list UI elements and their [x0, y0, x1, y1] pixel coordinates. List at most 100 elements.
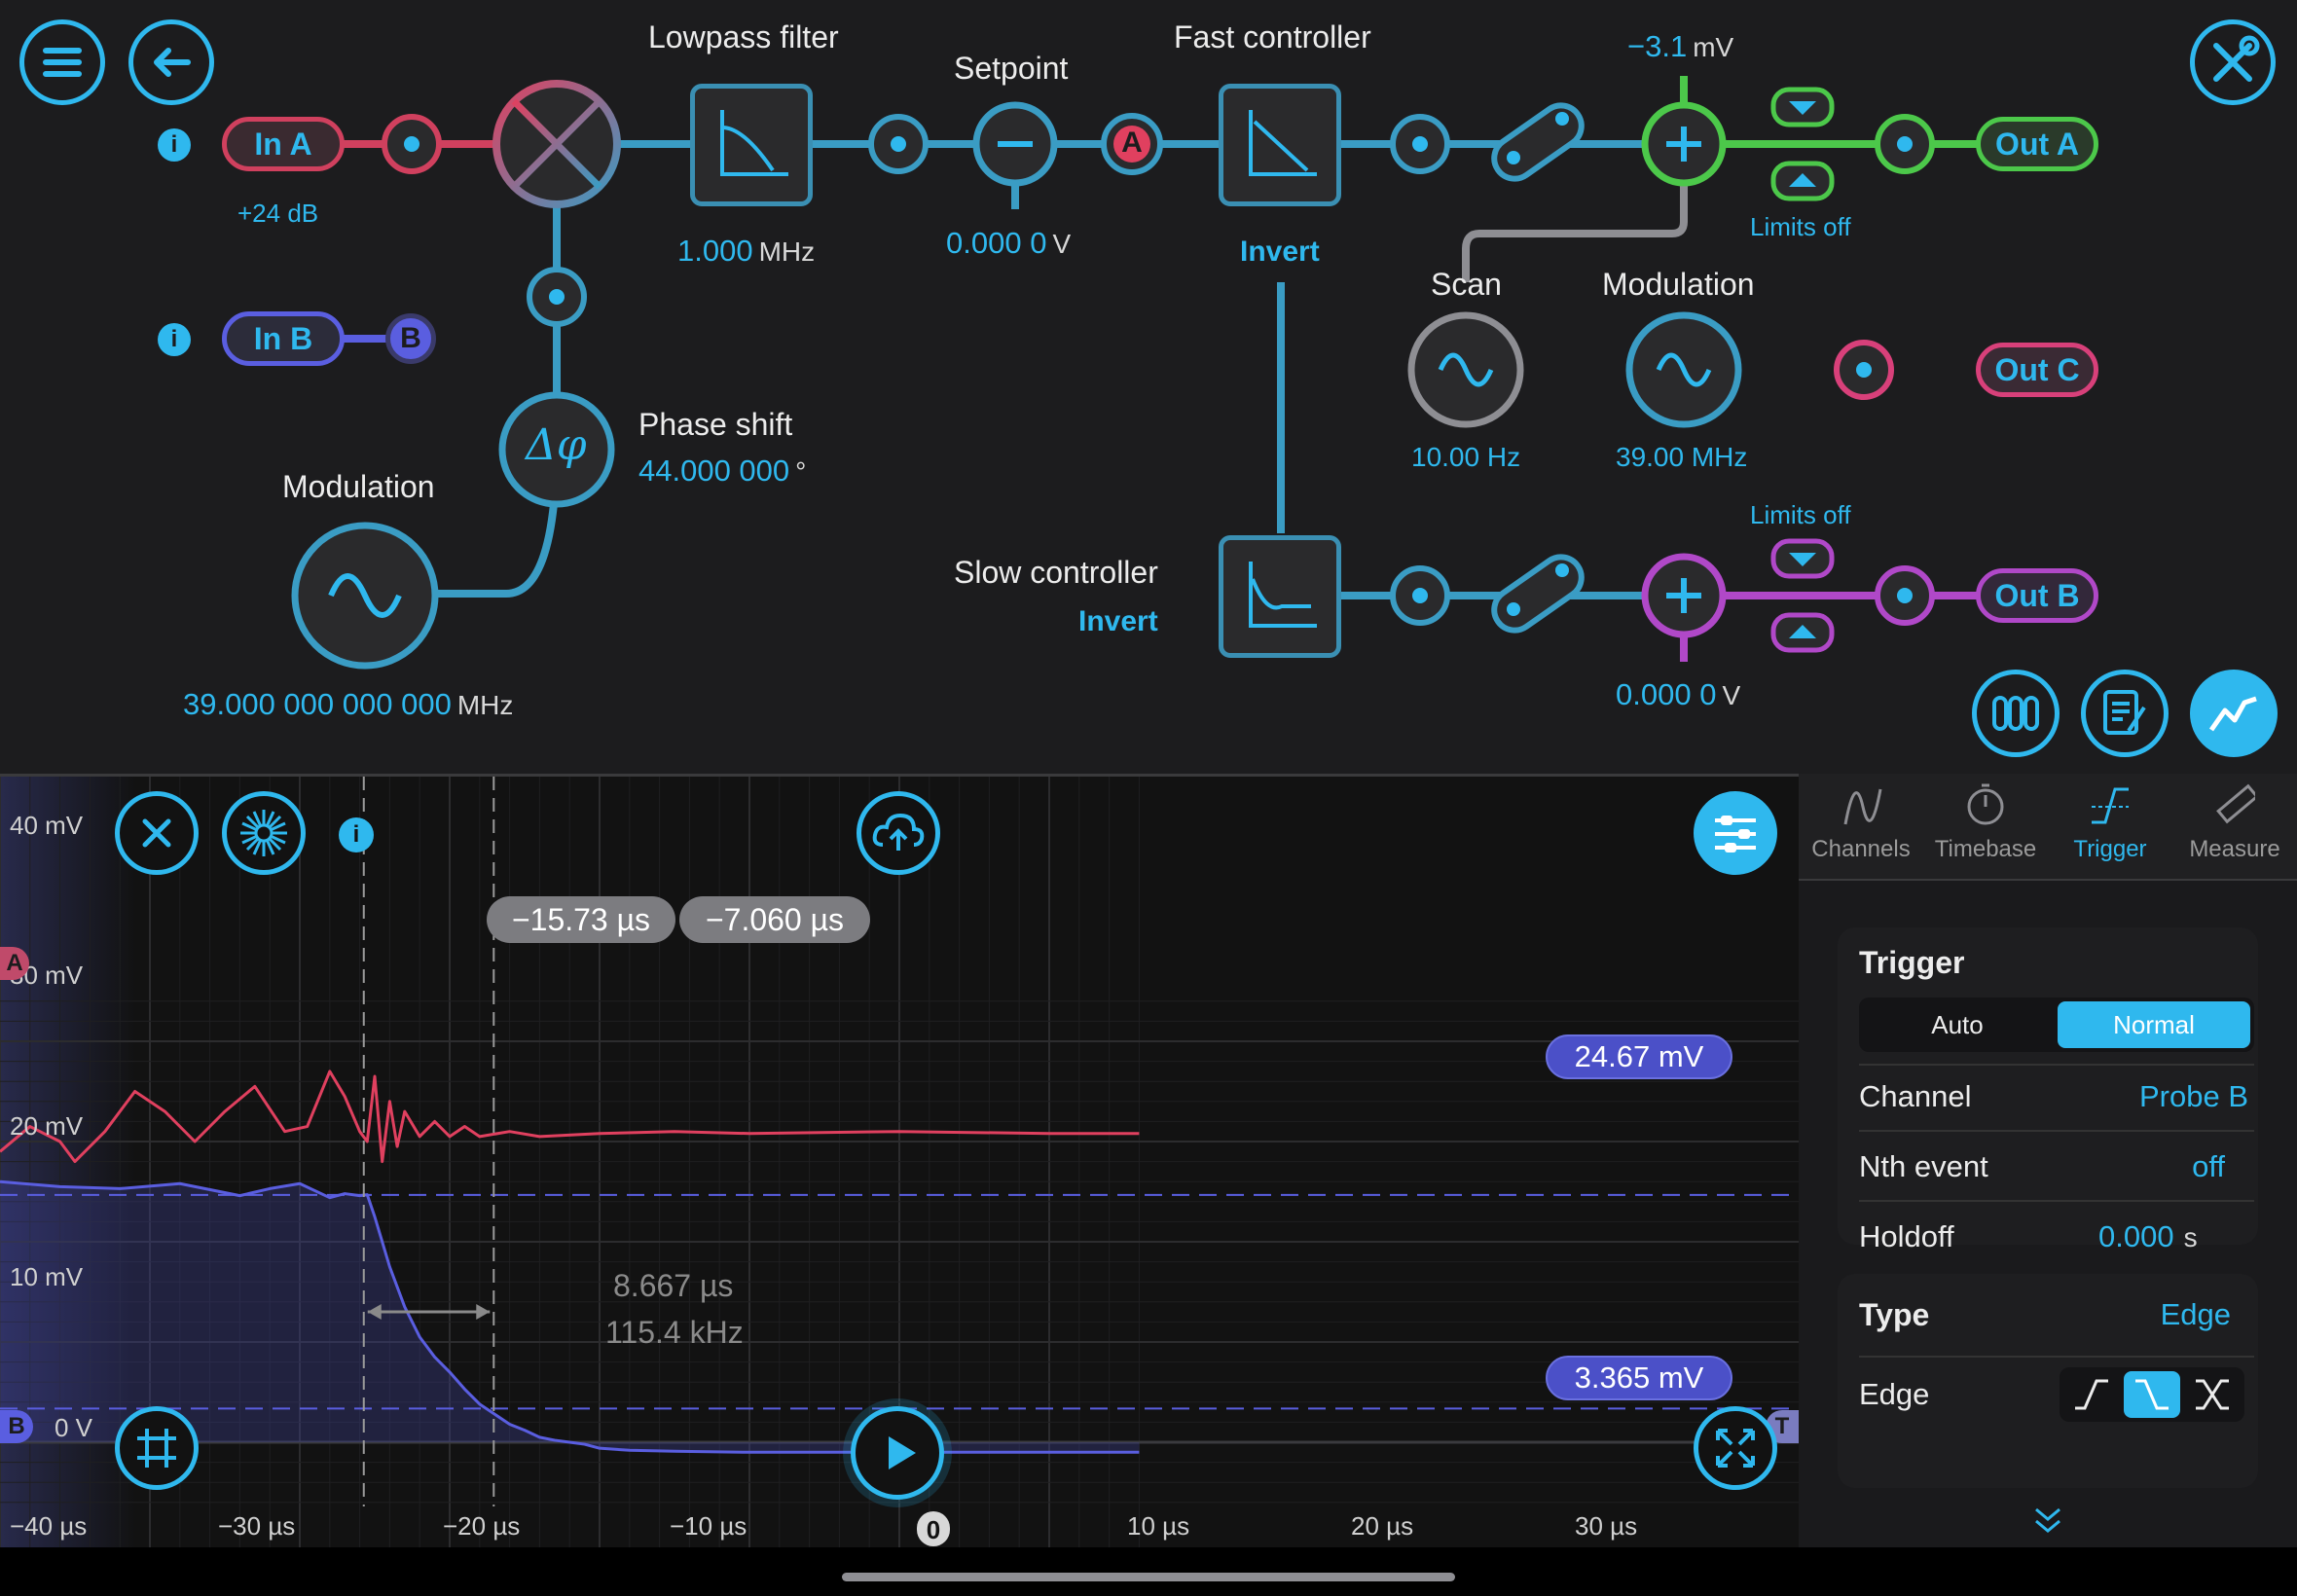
cursor-t1-label[interactable]: −15.73 µs — [487, 896, 675, 943]
channel-b-marker[interactable]: B — [0, 1410, 33, 1443]
limits-b-label[interactable]: Limits off — [1750, 500, 1851, 530]
scope-tab-bar: Channels Timebase Trigger Measure — [1799, 774, 2297, 881]
slow-invert-toggle[interactable]: Invert — [1078, 605, 1158, 638]
trigger-type-card: Type Edge Edge — [1838, 1274, 2258, 1488]
holdoff-label: Holdoff — [1859, 1219, 1954, 1253]
play-icon — [889, 1436, 916, 1469]
cursor-delta-frequency: 115.4 kHz — [605, 1315, 744, 1350]
trigger-edge-icon — [2092, 787, 2129, 824]
mode-normal[interactable]: Normal — [2058, 1001, 2250, 1048]
limits-a-label[interactable]: Limits off — [1750, 212, 1851, 242]
lowpass-title: Lowpass filter — [648, 19, 839, 54]
modulation-out-title: Modulation — [1602, 267, 1755, 302]
lowpass-value[interactable]: 1.000 MHz — [677, 234, 815, 269]
in-a-gain[interactable]: +24 dB — [237, 199, 318, 229]
slow-controller-button[interactable] — [1219, 535, 1341, 658]
scan-title: Scan — [1431, 267, 1502, 302]
notes-button[interactable] — [2081, 670, 2169, 757]
home-indicator[interactable] — [842, 1573, 1455, 1581]
fast-controller-title: Fast controller — [1174, 19, 1371, 54]
cursor-delta-time: 8.667 µs — [613, 1268, 734, 1303]
trend-line-icon — [2208, 696, 2257, 732]
trigger-time-marker[interactable]: 0 — [917, 1511, 950, 1546]
y-tick-label: 10 mV — [10, 1262, 84, 1291]
x-tick-label: 10 µs — [1127, 1511, 1190, 1541]
in-a-button[interactable]: In A — [222, 117, 345, 171]
phase-shift-icon[interactable]: Δφ — [526, 420, 587, 470]
type-title: Type — [1859, 1297, 1930, 1332]
info-icon[interactable]: i — [158, 323, 191, 356]
tab-timebase[interactable]: Timebase — [1923, 774, 2048, 879]
modulation-in-value[interactable]: 39.000 000 000 000 MHz — [183, 687, 513, 722]
channels-view-button[interactable] — [1972, 670, 2060, 757]
edge-falling-button[interactable] — [2124, 1371, 2180, 1418]
in-b-button[interactable]: In B — [222, 311, 345, 366]
scan-button[interactable] — [1411, 315, 1520, 424]
setpoint-value[interactable]: 0.000 0V — [946, 226, 1071, 261]
type-value[interactable]: Edge — [2023, 1297, 2231, 1332]
edge-both-button[interactable] — [2184, 1371, 2241, 1418]
grid-crosshair-icon — [137, 1429, 176, 1468]
persistence-button[interactable] — [222, 791, 306, 875]
offset-a-value[interactable]: −3.1 mV — [1627, 29, 1733, 64]
nth-event-value[interactable]: off — [2023, 1149, 2225, 1184]
out-c-button[interactable]: Out C — [1976, 343, 2098, 397]
y-tick-label: 20 mV — [10, 1111, 84, 1141]
info-icon[interactable]: i — [339, 817, 374, 852]
scope-view-button[interactable] — [2190, 670, 2278, 757]
oscilloscope: 40 mV 30 mV 20 mV 10 mV 0 V −40 µs −30 µ… — [0, 774, 2297, 1547]
out-b-button[interactable]: Out B — [1976, 568, 2098, 623]
ruler-icon — [2216, 783, 2255, 824]
settings-button[interactable] — [2190, 19, 2276, 105]
clear-button[interactable] — [115, 791, 199, 875]
scope-settings-button[interactable] — [1694, 791, 1777, 875]
level-upper-label[interactable]: 24.67 mV — [1546, 1034, 1732, 1079]
fast-controller-button[interactable] — [1219, 84, 1341, 206]
x-tick-label: −40 µs — [10, 1511, 88, 1541]
mode-auto[interactable]: Auto — [1863, 1001, 2052, 1048]
out-a-button[interactable]: Out A — [1976, 117, 2098, 171]
cursors-button[interactable] — [115, 1406, 199, 1490]
trigger-title: Trigger — [1859, 945, 1965, 980]
fpga-diagram: i i In A +24 dB In B B Lowpass filter 1.… — [0, 0, 2297, 774]
holdoff-value[interactable]: 0.000 s — [2098, 1219, 2198, 1254]
edge-rising-button[interactable] — [2063, 1371, 2120, 1418]
modulation-out-value[interactable]: 39.00 MHz — [1616, 442, 1747, 473]
in-b-badge: B — [385, 313, 436, 364]
y-tick-label: 0 V — [55, 1413, 93, 1442]
edge-label: Edge — [1859, 1377, 1930, 1411]
x-tick-label: −30 µs — [218, 1511, 296, 1541]
scan-value[interactable]: 10.00 Hz — [1411, 442, 1520, 473]
modulation-out-button[interactable] — [1629, 315, 1738, 424]
chevron-double-down-icon[interactable] — [2028, 1502, 2067, 1537]
cursor-t2-label[interactable]: −7.060 µs — [679, 896, 870, 943]
expand-arrows-icon — [1716, 1429, 1755, 1468]
info-icon[interactable]: i — [158, 128, 191, 162]
channel-value[interactable]: Probe B — [2023, 1079, 2248, 1114]
phase-shift-value[interactable]: 44.000 000 ° — [638, 453, 806, 489]
tab-trigger[interactable]: Trigger — [2048, 774, 2172, 879]
tab-measure[interactable]: Measure — [2172, 774, 2297, 879]
trigger-settings-card: Trigger Auto Normal Channel Probe B Nth … — [1838, 927, 2258, 1253]
modulation-in-title: Modulation — [282, 469, 435, 504]
export-button[interactable] — [857, 791, 940, 875]
cursor-delta-arrowhead — [476, 1304, 491, 1320]
x-tick-label: 30 µs — [1575, 1511, 1638, 1541]
menu-button[interactable] — [19, 19, 105, 105]
back-button[interactable] — [128, 19, 214, 105]
hamburger-icon — [43, 48, 82, 77]
fast-invert-toggle[interactable]: Invert — [1240, 236, 1320, 269]
edge-segmented — [2060, 1367, 2244, 1422]
level-lower-label[interactable]: 3.365 mV — [1546, 1356, 1732, 1400]
autoscale-button[interactable] — [1694, 1406, 1777, 1490]
nth-event-label: Nth event — [1859, 1149, 1988, 1183]
sine-icon — [1843, 788, 1882, 825]
lowpass-filter-button[interactable] — [690, 84, 813, 206]
y-tick-label: 40 mV — [10, 811, 84, 840]
modulation-in-button[interactable] — [295, 526, 435, 666]
slow-controller-title: Slow controller — [954, 555, 1158, 590]
offset-b-value[interactable]: 0.000 0V — [1616, 677, 1740, 712]
run-button[interactable] — [851, 1406, 944, 1500]
stopwatch-icon — [1967, 783, 2004, 825]
tab-channels[interactable]: Channels — [1799, 774, 1923, 879]
